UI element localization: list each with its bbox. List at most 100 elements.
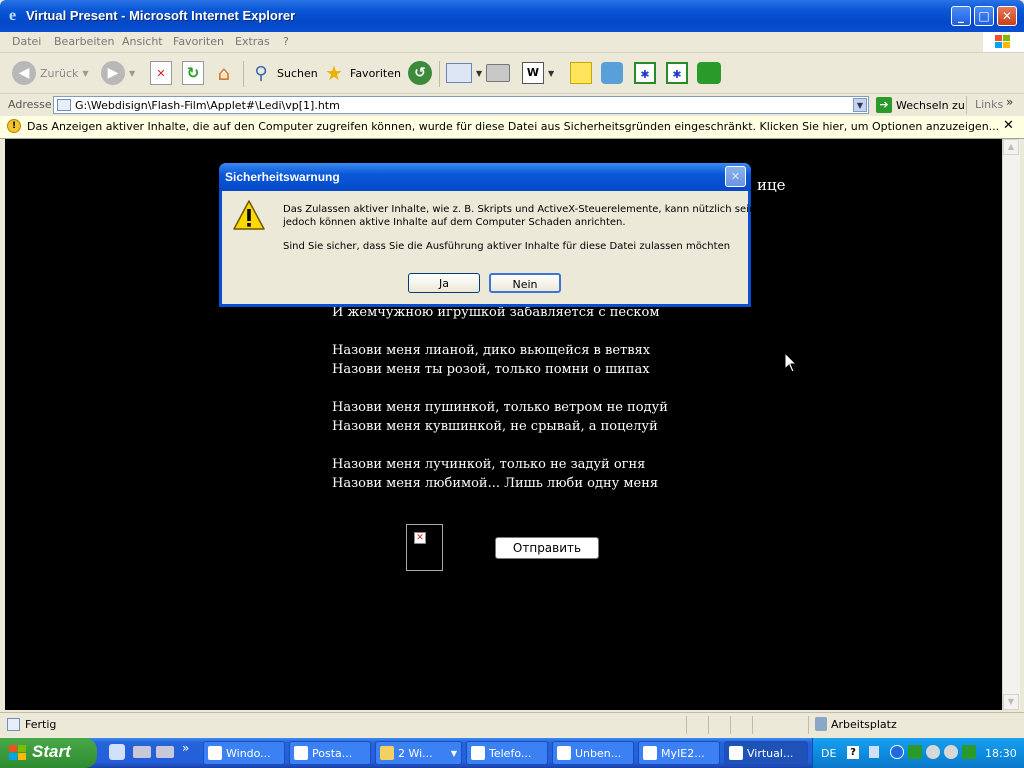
tray-icon[interactable] bbox=[869, 746, 879, 758]
infobar-close-icon[interactable]: ✕ bbox=[1003, 118, 1014, 133]
taskbar-item-label: Unben... bbox=[575, 746, 622, 760]
yes-button[interactable]: Ja bbox=[408, 273, 480, 293]
messenger-icon bbox=[601, 62, 623, 84]
taskbar-item-label: MyIE2... bbox=[661, 746, 705, 760]
edit-dropdown-icon[interactable]: ▼ bbox=[548, 69, 554, 78]
menu-extras[interactable]: Extras bbox=[235, 35, 270, 48]
taskbar-item[interactable]: 2 Wi... ▼ bbox=[375, 741, 462, 765]
language-indicator[interactable]: DE bbox=[821, 747, 836, 760]
maximize-button[interactable]: □ bbox=[974, 6, 994, 26]
window-icon bbox=[294, 746, 308, 760]
page-icon bbox=[57, 99, 71, 111]
addon-button-3[interactable] bbox=[697, 59, 721, 87]
warning-icon bbox=[233, 200, 265, 230]
taskbar-item-active[interactable]: Virtual... bbox=[724, 741, 808, 765]
print-button[interactable] bbox=[486, 59, 510, 87]
history-button[interactable]: ↺ bbox=[408, 59, 432, 87]
information-bar[interactable]: ! Das Anzeigen aktiver Inhalte, die auf … bbox=[0, 116, 1024, 139]
tray-icon[interactable] bbox=[890, 745, 904, 759]
window-icon bbox=[643, 746, 657, 760]
home-button[interactable]: ⌂ bbox=[212, 59, 236, 87]
status-bar: Fertig Arbeitsplatz bbox=[0, 712, 1024, 737]
taskbar-item[interactable]: Unben... bbox=[552, 741, 634, 765]
tray-icon[interactable] bbox=[908, 745, 922, 759]
window-title: Virtual Present - Microsoft Internet Exp… bbox=[26, 8, 296, 23]
taskbar-item-label: Virtual... bbox=[747, 746, 794, 760]
taskbar-item[interactable]: MyIE2... bbox=[638, 741, 720, 765]
addon-button-2[interactable]: ✱ bbox=[666, 59, 688, 87]
menu-datei[interactable]: Datei bbox=[12, 35, 41, 48]
mouse-cursor-icon bbox=[784, 352, 798, 373]
menu-ansicht[interactable]: Ansicht bbox=[122, 35, 163, 48]
search-button[interactable]: ⚲ Suchen bbox=[249, 59, 317, 87]
menu-favoriten[interactable]: Favoriten bbox=[173, 35, 224, 48]
quick-launch-icon[interactable] bbox=[133, 746, 151, 758]
dialog-title-bar[interactable]: Sicherheitswarnung ✕ bbox=[219, 163, 751, 191]
system-tray: DE ? 18:30 bbox=[812, 738, 1024, 768]
refresh-button[interactable]: ↻ bbox=[182, 59, 204, 87]
taskbar-item[interactable]: Posta... bbox=[289, 741, 371, 765]
poem-line: Назови меня лучинкой, только не задуй ог… bbox=[332, 457, 646, 472]
submit-button[interactable]: Отправить bbox=[495, 537, 599, 559]
minimize-button[interactable]: _ bbox=[951, 6, 971, 26]
favorites-button[interactable]: ★ Favoriten bbox=[322, 59, 401, 87]
menu-bearbeiten[interactable]: Bearbeiten bbox=[54, 35, 114, 48]
poem-line: Назови меня пушинкой, только ветром не п… bbox=[332, 400, 668, 415]
tray-icon[interactable] bbox=[962, 745, 976, 759]
tray-icon[interactable] bbox=[944, 745, 958, 759]
tray-icon[interactable] bbox=[926, 745, 940, 759]
window-icon bbox=[557, 746, 571, 760]
back-dropdown-icon[interactable]: ▼ bbox=[82, 69, 88, 78]
go-button[interactable]: ➔ Wechseln zu bbox=[876, 96, 965, 114]
title-bar[interactable]: e Virtual Present - Microsoft Internet E… bbox=[0, 0, 1024, 32]
clock[interactable]: 18:30 bbox=[985, 747, 1017, 760]
toolbar-separator bbox=[439, 61, 440, 87]
status-divider bbox=[730, 716, 731, 734]
go-label: Wechseln zu bbox=[896, 98, 965, 112]
close-button[interactable]: ✕ bbox=[997, 6, 1017, 26]
dialog-close-button[interactable]: ✕ bbox=[725, 166, 746, 187]
separator bbox=[966, 96, 967, 114]
poem-line: Назови меня кувшинкой, не срывай, а поце… bbox=[332, 419, 658, 434]
forward-button[interactable]: ▶ ▼ bbox=[101, 59, 135, 87]
no-button[interactable]: Nein bbox=[489, 273, 561, 293]
taskbar-item[interactable]: Windo... bbox=[203, 741, 285, 765]
scroll-up-icon[interactable]: ▲ bbox=[1003, 139, 1019, 155]
taskbar-item-label: Windo... bbox=[226, 746, 271, 760]
go-arrow-icon: ➔ bbox=[876, 97, 892, 113]
edit-button[interactable]: W ▼ bbox=[522, 59, 554, 87]
toolbar-separator bbox=[243, 61, 244, 87]
back-button[interactable]: ◀ Zurück ▼ bbox=[12, 59, 89, 87]
taskbar-item[interactable]: Telefo... bbox=[466, 741, 548, 765]
links-button[interactable]: Links bbox=[975, 98, 1003, 111]
back-arrow-icon: ◀ bbox=[12, 61, 36, 85]
poem-line: Назови меня ты розой, только помни о шип… bbox=[332, 362, 650, 377]
quick-launch-icon[interactable] bbox=[156, 746, 174, 758]
menu-help[interactable]: ? bbox=[283, 35, 289, 48]
forward-dropdown-icon[interactable]: ▼ bbox=[129, 69, 135, 78]
scroll-down-icon[interactable]: ▼ bbox=[1003, 694, 1019, 710]
back-label: Zurück bbox=[40, 66, 79, 80]
dialog-question: Sind Sie sicher, dass Sie die Ausführung… bbox=[283, 241, 731, 252]
address-input[interactable]: G:\Webdisign\Flash-Film\Applet#\Ledi\vp[… bbox=[53, 96, 869, 114]
dialog-message: Das Zulassen aktiver Inhalte, wie z. B. … bbox=[283, 203, 758, 229]
mail-button[interactable]: ▼ bbox=[446, 59, 482, 87]
mail-dropdown-icon[interactable]: ▼ bbox=[476, 69, 482, 78]
poem-line: Назови меня лианой, дико вьющейся в ветв… bbox=[332, 343, 651, 358]
notes-button[interactable] bbox=[570, 59, 592, 87]
addon-button-1[interactable]: ✱ bbox=[634, 59, 656, 87]
quick-launch-chevron-icon[interactable]: » bbox=[182, 741, 189, 755]
quick-launch-ie-icon[interactable] bbox=[109, 744, 125, 760]
window-icon bbox=[471, 746, 485, 760]
vertical-scrollbar[interactable]: ▲ ▼ bbox=[1002, 139, 1020, 710]
address-dropdown-icon[interactable]: ▼ bbox=[853, 98, 867, 112]
ie-window-icon bbox=[729, 746, 743, 760]
printer-icon bbox=[486, 64, 510, 82]
chevron-right-icon[interactable]: » bbox=[1006, 95, 1013, 109]
stop-button[interactable]: ✕ bbox=[150, 59, 172, 87]
help-icon[interactable]: ? bbox=[847, 746, 859, 759]
stop-icon: ✕ bbox=[150, 61, 172, 85]
messenger-button[interactable] bbox=[601, 59, 623, 87]
start-button[interactable]: Start bbox=[0, 738, 97, 768]
poem-line: Назови меня любимой... Лишь люби одну ме… bbox=[332, 476, 659, 491]
